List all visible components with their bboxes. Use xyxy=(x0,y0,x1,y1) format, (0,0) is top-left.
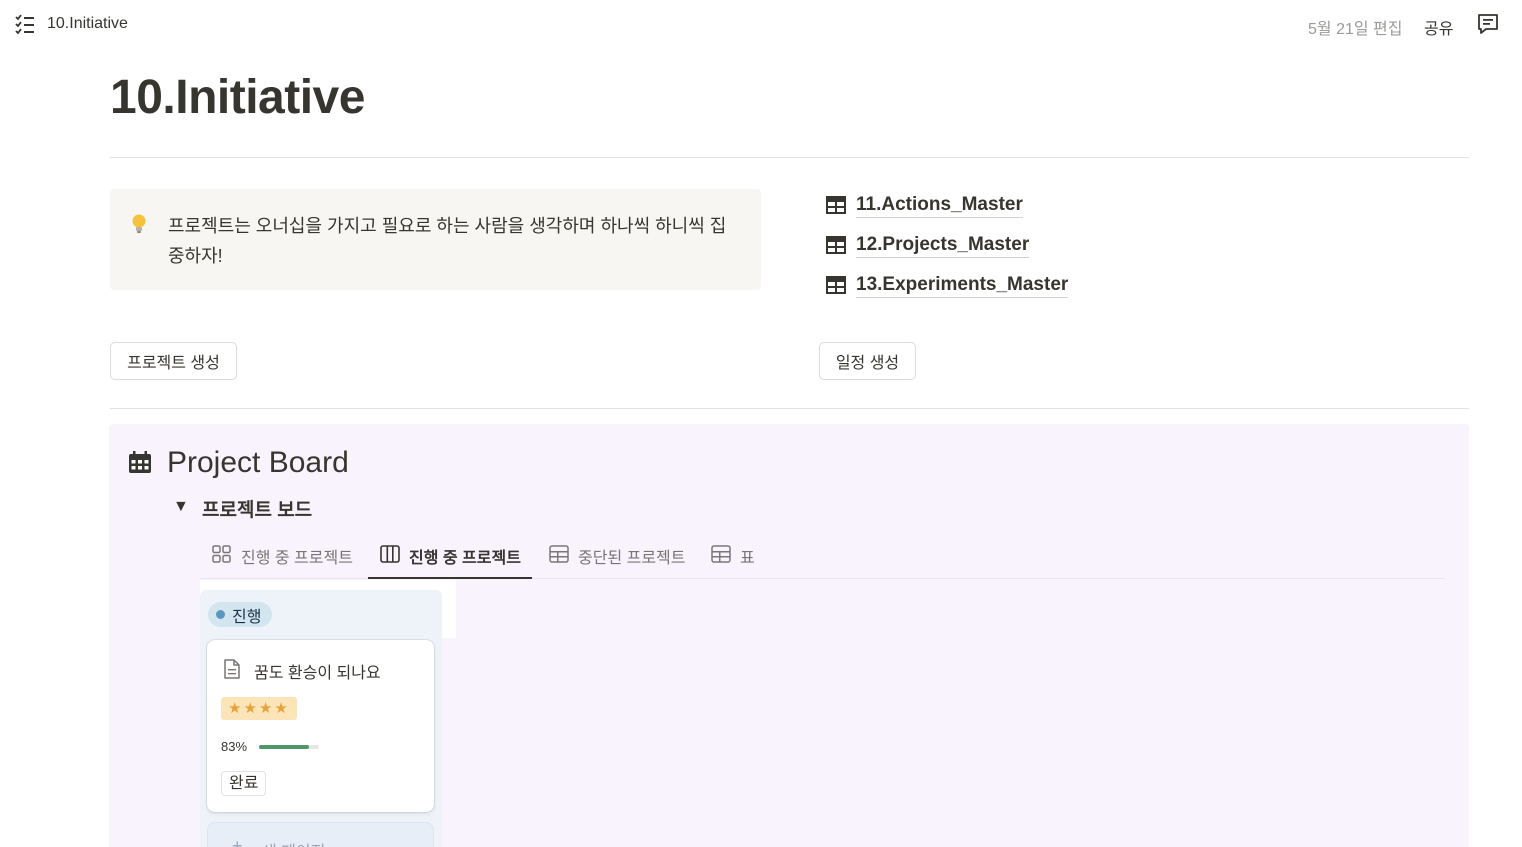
gallery-icon xyxy=(212,545,231,563)
callout-block[interactable]: 프로젝트는 오너십을 가지고 필요로 하는 사람을 생각하며 하나씩 하니씩 집… xyxy=(110,189,761,290)
breadcrumb[interactable]: 10.Initiative xyxy=(47,15,128,33)
table-icon xyxy=(826,236,846,254)
db-link-actions-master[interactable]: 11.Actions_Master xyxy=(826,190,1023,220)
lightbulb-icon xyxy=(132,214,146,233)
new-page-button[interactable]: + 새 페이지 xyxy=(207,822,434,847)
callout-text: 프로젝트는 오너십을 가지고 필요로 하는 사람을 생각하며 하나씩 하니씩 집… xyxy=(168,216,727,266)
comment-icon[interactable] xyxy=(1476,12,1500,36)
board-card[interactable]: 꿈도 환승이 되나요 ★★★★ 83% 완료 xyxy=(207,640,434,812)
checklist-icon xyxy=(15,14,34,35)
create-project-button[interactable]: 프로젝트 생성 xyxy=(110,342,237,380)
status-dot xyxy=(216,610,225,619)
calendar-icon xyxy=(129,451,151,473)
project-board-section: Project Board ▼ 프로젝트 보드 진행 중 프로젝트 진행 중 프… xyxy=(109,424,1469,847)
tab-label: 진행 중 프로젝트 xyxy=(409,550,521,567)
toggle-label[interactable]: 프로젝트 보드 xyxy=(202,495,312,522)
page-title[interactable]: 10.Initiative xyxy=(110,70,365,125)
table-icon xyxy=(826,196,846,214)
db-link-label: 11.Actions_Master xyxy=(856,193,1023,218)
plus-icon: + xyxy=(232,836,243,847)
db-link-experiments-master[interactable]: 13.Experiments_Master xyxy=(826,270,1069,300)
table-icon xyxy=(549,545,569,563)
toggle-arrow-icon[interactable]: ▼ xyxy=(173,498,189,516)
progress-bar xyxy=(259,745,319,749)
divider xyxy=(110,157,1469,158)
tab-table[interactable]: 표 xyxy=(711,544,755,579)
progress-fill xyxy=(259,745,309,749)
tab-gallery-in-progress[interactable]: 진행 중 프로젝트 xyxy=(212,544,353,579)
tab-label: 진행 중 프로젝트 xyxy=(241,550,353,567)
tab-label: 중단된 프로젝트 xyxy=(578,550,686,567)
board-icon xyxy=(380,545,400,563)
create-schedule-button[interactable]: 일정 생성 xyxy=(819,342,916,380)
status-tag: 완료 xyxy=(221,771,267,796)
tab-label: 표 xyxy=(740,550,755,567)
tab-board-in-progress[interactable]: 진행 중 프로젝트 xyxy=(368,544,532,579)
db-link-projects-master[interactable]: 12.Projects_Master xyxy=(826,230,1030,260)
top-bar: 10.Initiative 5월 21일 편집 공유 xyxy=(0,0,1522,48)
new-page-label: 새 페이지 xyxy=(262,838,325,847)
table-icon xyxy=(826,276,846,294)
board-heading: Project Board xyxy=(167,446,349,479)
last-edited-text: 5월 21일 편집 xyxy=(1308,21,1403,38)
status-label: 진행 xyxy=(232,608,262,626)
rating-badge: ★★★★ xyxy=(221,697,297,720)
tab-table-stopped[interactable]: 중단된 프로젝트 xyxy=(549,544,686,579)
db-link-label: 12.Projects_Master xyxy=(856,233,1030,258)
db-link-label: 13.Experiments_Master xyxy=(856,273,1069,298)
view-tabs: 진행 중 프로젝트 진행 중 프로젝트 중단된 프로젝트 표 xyxy=(200,536,1445,579)
card-title: 꿈도 환승이 되나요 xyxy=(254,665,381,682)
table-icon xyxy=(711,545,731,563)
status-group-label[interactable]: 진행 xyxy=(208,602,273,627)
share-button[interactable]: 공유 xyxy=(1424,15,1453,39)
document-icon xyxy=(224,659,240,679)
divider xyxy=(110,408,1469,409)
progress-percent: 83% xyxy=(221,739,248,754)
